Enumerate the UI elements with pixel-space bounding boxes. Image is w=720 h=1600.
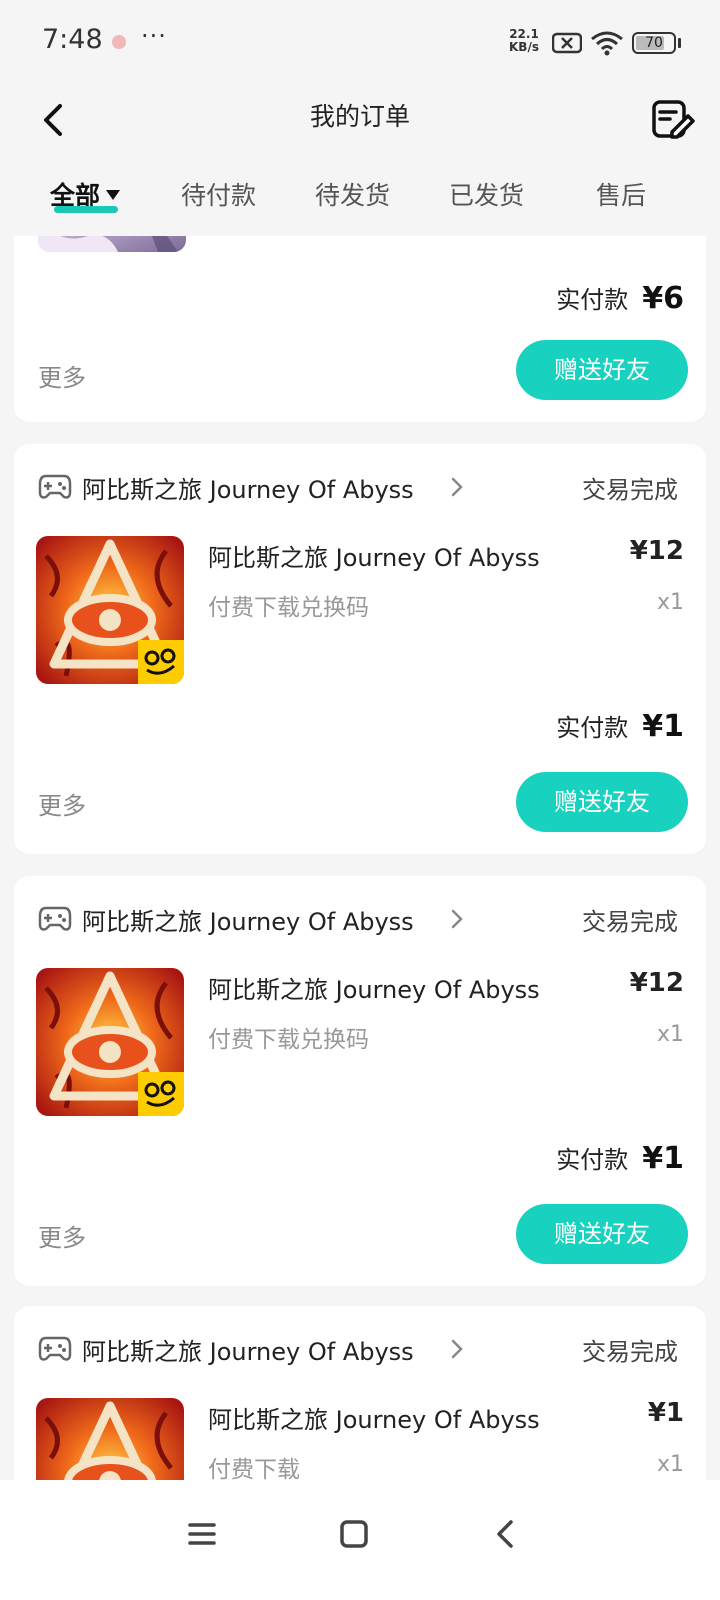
- gift-friend-button[interactable]: 赠送好友: [516, 1204, 688, 1264]
- order-list[interactable]: 实付款 ¥6 更多 赠送好友 阿比斯之旅 Journey Of Abyss 交易完…: [0, 236, 720, 1514]
- order-status: 交易完成: [582, 908, 678, 936]
- product-quantity: x1: [656, 590, 684, 615]
- shop-name: 阿比斯之旅 Journey Of Abyss: [82, 1338, 414, 1366]
- gift-friend-button[interactable]: 赠送好友: [516, 772, 688, 832]
- menu-icon[interactable]: [174, 1506, 230, 1562]
- chevron-right-icon: [451, 477, 463, 497]
- battery-icon: 70: [632, 32, 676, 54]
- product-price: ¥12: [629, 968, 684, 998]
- gamepad-icon: [38, 474, 72, 499]
- edit-order-icon[interactable]: [648, 94, 698, 144]
- order-tabs: 全部 待付款 待发货 已发货 售后: [0, 160, 720, 236]
- network-speed-unit: KB/s: [509, 40, 539, 54]
- paid-amount: ¥1: [642, 1141, 684, 1176]
- paid-label: 实付款: [556, 1146, 629, 1174]
- home-icon[interactable]: [326, 1506, 382, 1562]
- chevron-right-icon: [451, 909, 463, 929]
- shop-name: 阿比斯之旅 Journey Of Abyss: [82, 908, 414, 936]
- chevron-right-icon: [451, 1339, 463, 1359]
- more-button[interactable]: 更多: [38, 1218, 86, 1253]
- more-button[interactable]: 更多: [38, 358, 86, 393]
- gift-friend-button[interactable]: 赠送好友: [516, 340, 688, 400]
- more-button[interactable]: 更多: [38, 786, 86, 821]
- paid-summary: 实付款 ¥6: [556, 280, 684, 316]
- order-card: 阿比斯之旅 Journey Of Abyss 交易完成 阿比斯之旅 Journe…: [14, 444, 706, 854]
- notification-dot-icon: [112, 35, 126, 49]
- status-bar: 7:48 ··· 22.1 KB/s 70: [0, 0, 720, 84]
- wifi-icon: [591, 31, 623, 56]
- product-thumbnail[interactable]: [36, 968, 184, 1116]
- product-variant: 付费下载兑换码: [208, 595, 369, 621]
- tab-shipped[interactable]: 已发货: [449, 176, 524, 212]
- tab-after-sales[interactable]: 售后: [596, 176, 646, 212]
- product-variant: 付费下载兑换码: [208, 1027, 369, 1053]
- paid-summary: 实付款 ¥1: [556, 708, 684, 744]
- product-name: 阿比斯之旅 Journey Of Abyss: [208, 1406, 540, 1434]
- product-thumbnail[interactable]: [36, 536, 184, 684]
- shop-name: 阿比斯之旅 Journey Of Abyss: [82, 476, 414, 504]
- product-quantity: x1: [656, 1452, 684, 1477]
- order-status: 交易完成: [582, 1338, 678, 1366]
- product-variant: 付费下载: [208, 1457, 300, 1483]
- gamepad-icon: [38, 1336, 72, 1361]
- paid-summary: 实付款 ¥1: [556, 1140, 684, 1176]
- page-title: 我的订单: [309, 102, 410, 131]
- order-card-header[interactable]: 阿比斯之旅 Journey Of Abyss 交易完成: [38, 468, 678, 508]
- status-more: ···: [141, 22, 167, 50]
- product-price: ¥12: [629, 536, 684, 566]
- product-thumbnail[interactable]: [38, 236, 186, 252]
- paid-label: 实付款: [556, 714, 629, 742]
- order-card: 实付款 ¥6 更多 赠送好友: [14, 236, 706, 422]
- battery-tip: [678, 38, 681, 48]
- app-header: 我的订单: [0, 84, 720, 160]
- battery-level: 70: [645, 35, 663, 51]
- back-icon[interactable]: [478, 1506, 534, 1562]
- gamepad-icon: [38, 906, 72, 931]
- paid-label: 实付款: [556, 286, 629, 314]
- system-nav-bar: [0, 1480, 720, 1600]
- sim-off-icon: [552, 32, 582, 54]
- network-speed: 22.1 KB/s: [509, 28, 539, 54]
- tab-pending-payment[interactable]: 待付款: [181, 176, 256, 212]
- order-card-header[interactable]: 阿比斯之旅 Journey Of Abyss 交易完成: [38, 1330, 678, 1370]
- product-price: ¥1: [647, 1398, 684, 1428]
- product-quantity: x1: [656, 1022, 684, 1047]
- active-tab-indicator: [54, 206, 118, 213]
- paid-amount: ¥6: [642, 281, 684, 316]
- product-name: 阿比斯之旅 Journey Of Abyss: [208, 544, 540, 572]
- order-card: 阿比斯之旅 Journey Of Abyss 交易完成 阿比斯之旅 Journe…: [14, 876, 706, 1286]
- product-name: 阿比斯之旅 Journey Of Abyss: [208, 976, 540, 1004]
- order-card-header[interactable]: 阿比斯之旅 Journey Of Abyss 交易完成: [38, 900, 678, 940]
- order-status: 交易完成: [582, 476, 678, 504]
- caret-down-icon: [106, 190, 121, 200]
- tab-pending-shipment[interactable]: 待发货: [315, 176, 390, 212]
- status-time: 7:48: [42, 24, 103, 55]
- paid-amount: ¥1: [642, 709, 684, 744]
